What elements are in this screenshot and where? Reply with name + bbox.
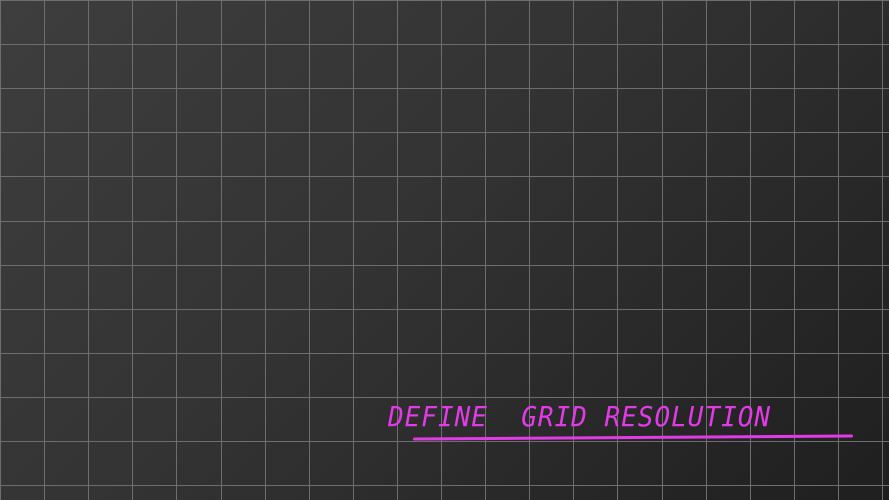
grid-canvas[interactable]: DEFINE GRID RESOLUTION [0,0,889,500]
handwritten-annotation: DEFINE GRID RESOLUTION [388,402,858,442]
annotation-underline [412,434,854,441]
annotation-text: DEFINE GRID RESOLUTION [388,402,772,434]
